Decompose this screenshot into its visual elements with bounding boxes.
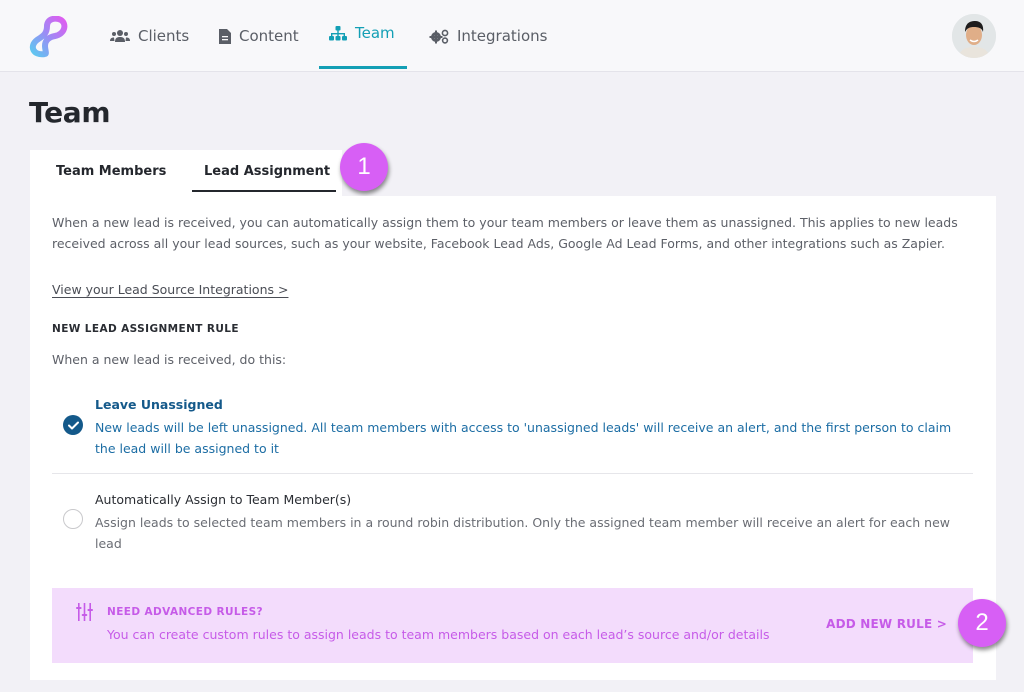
option-description: Assign leads to selected team members in… [95, 515, 951, 551]
nav-item-integrations[interactable]: Integrations [429, 0, 547, 72]
app-logo[interactable] [25, 15, 69, 58]
advanced-rules-title: NEED ADVANCED RULES? [107, 606, 264, 618]
add-new-rule-button[interactable]: ADD NEW RULE > [826, 617, 947, 631]
annotation-badge-1: 1 [340, 143, 388, 191]
lead-assignment-panel: When a new lead is received, you can aut… [30, 196, 996, 680]
option-leave-unassigned[interactable]: Leave Unassigned New leads will be left … [52, 397, 972, 467]
option-title: Automatically Assign to Team Member(s) [95, 492, 352, 507]
nav-item-team[interactable]: Team [319, 0, 407, 69]
option-divider [52, 473, 973, 474]
option-title: Leave Unassigned [95, 397, 223, 412]
user-avatar[interactable] [952, 14, 996, 58]
sliders-icon [76, 603, 93, 621]
nav-item-content[interactable]: Content [219, 0, 299, 72]
tab-label-lead-assignment: Lead Assignment [204, 163, 331, 179]
tab-team-members[interactable]: Team Members [56, 150, 166, 192]
tab-bar: Team Members Lead Assignment [30, 150, 342, 196]
radio-auto-assign[interactable] [63, 509, 83, 529]
users-icon [110, 30, 130, 42]
rule-subheading: When a new lead is received, do this: [52, 352, 287, 367]
view-lead-source-integrations-link[interactable]: View your Lead Source Integrations > [52, 282, 288, 297]
page-title: Team [29, 96, 111, 129]
rule-heading: NEW LEAD ASSIGNMENT RULE [52, 323, 239, 335]
org-chart-icon [329, 25, 347, 40]
advanced-rules-description: You can create custom rules to assign le… [107, 627, 770, 642]
top-navigation: Clients Content Team Integrations [0, 0, 1024, 72]
advanced-rules-banner: NEED ADVANCED RULES? You can create cust… [52, 588, 973, 663]
nav-label-team: Team [355, 24, 395, 42]
nav-label-clients: Clients [138, 27, 190, 45]
gears-icon [429, 29, 449, 44]
tab-lead-assignment[interactable]: Lead Assignment [191, 150, 337, 192]
logo-icon [29, 15, 68, 58]
document-icon [219, 28, 231, 44]
tab-label-team-members: Team Members [56, 163, 167, 179]
annotation-badge-2: 2 [958, 599, 1006, 647]
checkmark-icon [67, 421, 79, 429]
nav-label-content: Content [239, 27, 299, 45]
nav-item-clients[interactable]: Clients [110, 0, 189, 72]
option-auto-assign[interactable]: Automatically Assign to Team Member(s) A… [52, 492, 972, 562]
radio-leave-unassigned[interactable] [63, 415, 83, 435]
option-description: New leads will be left unassigned. All t… [95, 420, 952, 456]
nav-label-integrations: Integrations [457, 27, 548, 45]
avatar-photo-icon [952, 14, 996, 58]
description-text: When a new lead is received, you can aut… [52, 215, 958, 251]
